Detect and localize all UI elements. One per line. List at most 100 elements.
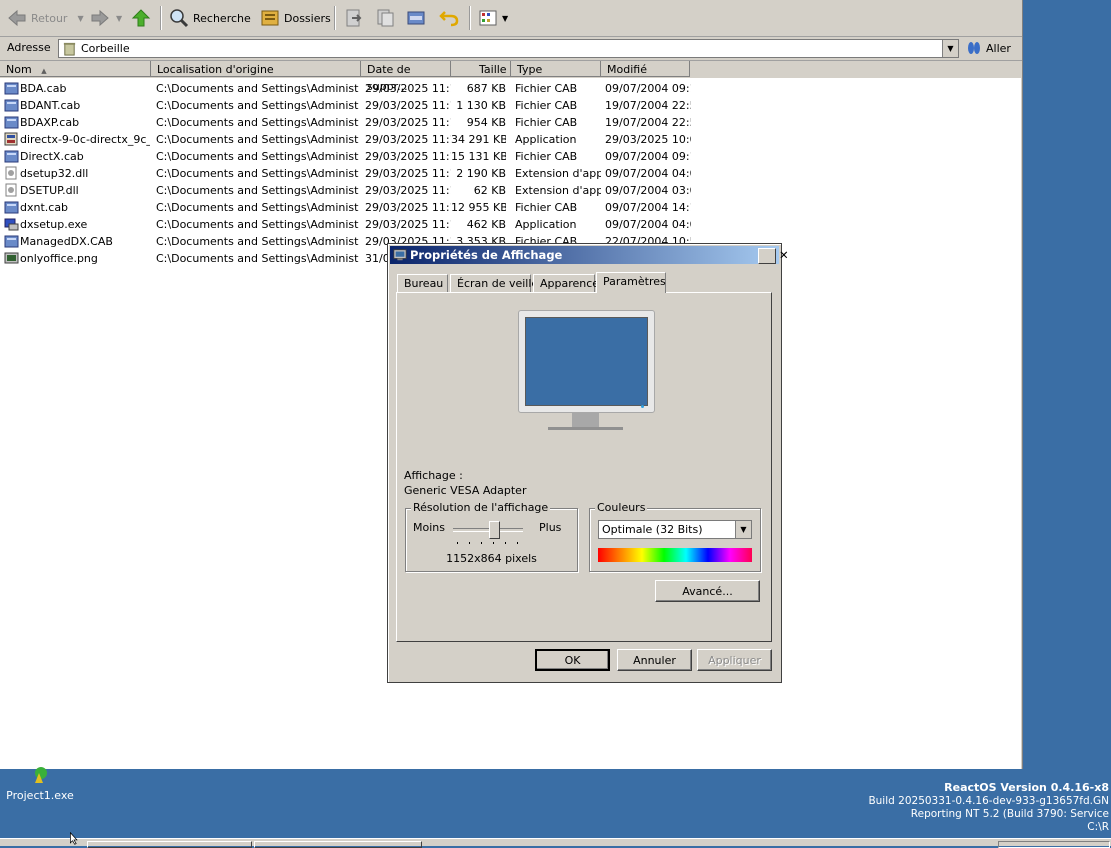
address-input[interactable]: Corbeille ▼ (58, 39, 959, 58)
file-row[interactable]: dsetup32.dll C:\Documents and Settings\Ad… (0, 165, 700, 182)
file-name: dsetup32.dll (20, 167, 89, 180)
file-deleted-date: 29/03/2025 11:12 (365, 150, 451, 163)
colors-group: Couleurs Optimale (32 Bits) ▼ (589, 501, 761, 572)
close-button[interactable]: ✕ (758, 248, 789, 264)
cancel-button[interactable]: Annuler (617, 649, 692, 671)
file-origin: C:\Documents and Settings\Administrator.… (156, 133, 359, 146)
version-build: Build 20250331-0.4.16-dev-933-g13657fd.G… (868, 795, 1109, 807)
file-modified: 09/07/2004 03:03 (605, 184, 691, 197)
file-row[interactable]: dxnt.cab C:\Documents and Settings\Admini… (0, 199, 700, 216)
file-deleted-date: 29/03/2025 11:12 (365, 116, 451, 129)
colors-dropdown-icon[interactable]: ▼ (735, 521, 751, 538)
file-deleted-date: 29/03/2025 11:12 (365, 99, 451, 112)
file-row[interactable]: BDA.cab C:\Documents and Settings\Adminis… (0, 80, 700, 97)
file-row[interactable]: BDANT.cab C:\Documents and Settings\Admin… (0, 97, 700, 114)
file-row[interactable]: directx-9-0c-directx_9c_r... C:\Documents… (0, 131, 700, 148)
mouse-cursor-icon (70, 832, 78, 845)
file-origin: C:\Documents and Settings\Administrator.… (156, 116, 359, 129)
file-origin: C:\Documents and Settings\Administrator.… (156, 99, 359, 112)
copy-to-button[interactable] (375, 6, 395, 30)
move-to-button[interactable] (344, 6, 364, 30)
resolution-value: 1152x864 pixels (446, 552, 537, 565)
file-modified: 19/07/2004 22:58 (605, 99, 691, 112)
file-deleted-date: 29/03/2025 11:12 (365, 167, 451, 180)
monitor-preview (518, 310, 655, 413)
advanced-button[interactable]: Avancé... (655, 580, 760, 602)
file-size: 34 291 KB (451, 133, 506, 146)
slider-track (453, 528, 523, 532)
address-label: Adresse (7, 41, 51, 54)
forward-dropdown-icon[interactable]: ▼ (116, 14, 122, 23)
ok-button[interactable]: OK (535, 649, 610, 671)
file-origin: C:\Documents and Settings\Administrator.… (156, 82, 359, 95)
file-modified: 09/07/2004 14:17 (605, 201, 691, 214)
list-header: Nom ▲ Localisation d'origine Date de sup… (0, 61, 1021, 93)
apply-button[interactable]: Appliquer (697, 649, 772, 671)
undo-button[interactable] (439, 6, 459, 30)
column-header-type[interactable]: Type (511, 61, 601, 77)
forward-button[interactable]: ▼ (90, 6, 122, 30)
folders-button[interactable]: Dossiers (260, 6, 331, 30)
colors-selected-value: Optimale (32 Bits) (602, 523, 703, 536)
column-header-name[interactable]: Nom ▲ (0, 61, 151, 77)
back-dropdown-icon[interactable]: ▼ (77, 14, 83, 23)
tab-ecran-de-veille[interactable]: Écran de veille (450, 274, 538, 292)
file-row[interactable]: DSETUP.dll C:\Documents and Settings\Admi… (0, 182, 700, 199)
tab-apparence[interactable]: Apparence (533, 274, 599, 292)
dialog-titlebar[interactable]: Propriétés de Affichage ✕ (390, 246, 789, 264)
file-type: Application (515, 218, 577, 231)
close-icon: ✕ (779, 248, 789, 262)
file-deleted-date: 29/03/2025 11:12 (365, 184, 451, 197)
file-type: Fichier CAB (515, 99, 578, 112)
column-header-size[interactable]: Taille (451, 61, 511, 77)
file-name: dxsetup.exe (20, 218, 88, 231)
toolbar: Retour ▼ ▼ Recherche Dossiers ▼ (0, 0, 1022, 37)
file-modified: 09/07/2004 09:13 (605, 150, 691, 163)
column-header-origin[interactable]: Localisation d'origine (151, 61, 361, 77)
colors-select[interactable]: Optimale (32 Bits) ▼ (598, 520, 752, 539)
file-origin: C:\Documents and Settings\Administrator.… (156, 167, 359, 180)
file-origin: C:\Documents and Settings\Administrator.… (156, 218, 359, 231)
display-label: Affichage : (404, 469, 463, 482)
file-row[interactable]: BDAXP.cab C:\Documents and Settings\Admin… (0, 114, 700, 131)
column-header-modified[interactable]: Modifié (601, 61, 690, 77)
go-button[interactable]: Aller (966, 40, 1011, 56)
slider-thumb[interactable] (489, 521, 500, 539)
file-row[interactable]: dxsetup.exe C:\Documents and Settings\Adm… (0, 216, 700, 233)
file-origin: C:\Documents and Settings\Administrator.… (156, 184, 359, 197)
file-name: dxnt.cab (20, 201, 69, 214)
address-dropdown-icon[interactable]: ▼ (942, 40, 958, 57)
file-size: 687 KB (466, 82, 506, 95)
search-button[interactable]: Recherche (169, 6, 251, 30)
views-dropdown-icon[interactable]: ▼ (502, 14, 508, 23)
folders-label: Dossiers (284, 11, 331, 25)
up-button[interactable] (131, 6, 151, 30)
sort-ascending-icon: ▲ (41, 67, 47, 75)
file-origin: C:\Documents and Settings\Administrator.… (156, 252, 359, 265)
go-icon (968, 42, 980, 54)
tab-bureau[interactable]: Bureau (397, 274, 448, 292)
desktop-icon-project1[interactable]: Project1.exe (5, 765, 75, 802)
file-size: 1 130 KB (456, 99, 506, 112)
tab-parametres[interactable]: Paramètres (596, 272, 666, 293)
file-row[interactable]: DirectX.cab C:\Documents and Settings\Adm… (0, 148, 700, 165)
display-properties-dialog: Propriétés de Affichage ✕ Bureau Écran d… (387, 243, 789, 683)
file-name: onlyoffice.png (20, 252, 98, 265)
resolution-slider[interactable] (453, 519, 525, 544)
file-origin: C:\Documents and Settings\Administrator.… (156, 201, 359, 214)
file-modified: 19/07/2004 22:53 (605, 116, 691, 129)
delete-icon (407, 11, 425, 25)
search-label: Recherche (193, 11, 251, 25)
undo-icon (439, 11, 459, 27)
resolution-group-title: Résolution de l'affichage (411, 501, 551, 514)
views-icon (479, 10, 497, 26)
views-button[interactable]: ▼ (478, 6, 508, 30)
back-button[interactable]: Retour ▼ (7, 6, 84, 30)
delete-button[interactable] (406, 6, 426, 30)
file-type: Extension d'appl... (515, 167, 601, 180)
version-reporting: Reporting NT 5.2 (Build 3790: Service (910, 808, 1109, 820)
file-origin: C:\Documents and Settings\Administrator.… (156, 235, 359, 248)
column-header-deleted[interactable]: Date de suppr... (361, 61, 451, 93)
slider-ticks (457, 542, 521, 544)
display-icon (393, 249, 407, 261)
